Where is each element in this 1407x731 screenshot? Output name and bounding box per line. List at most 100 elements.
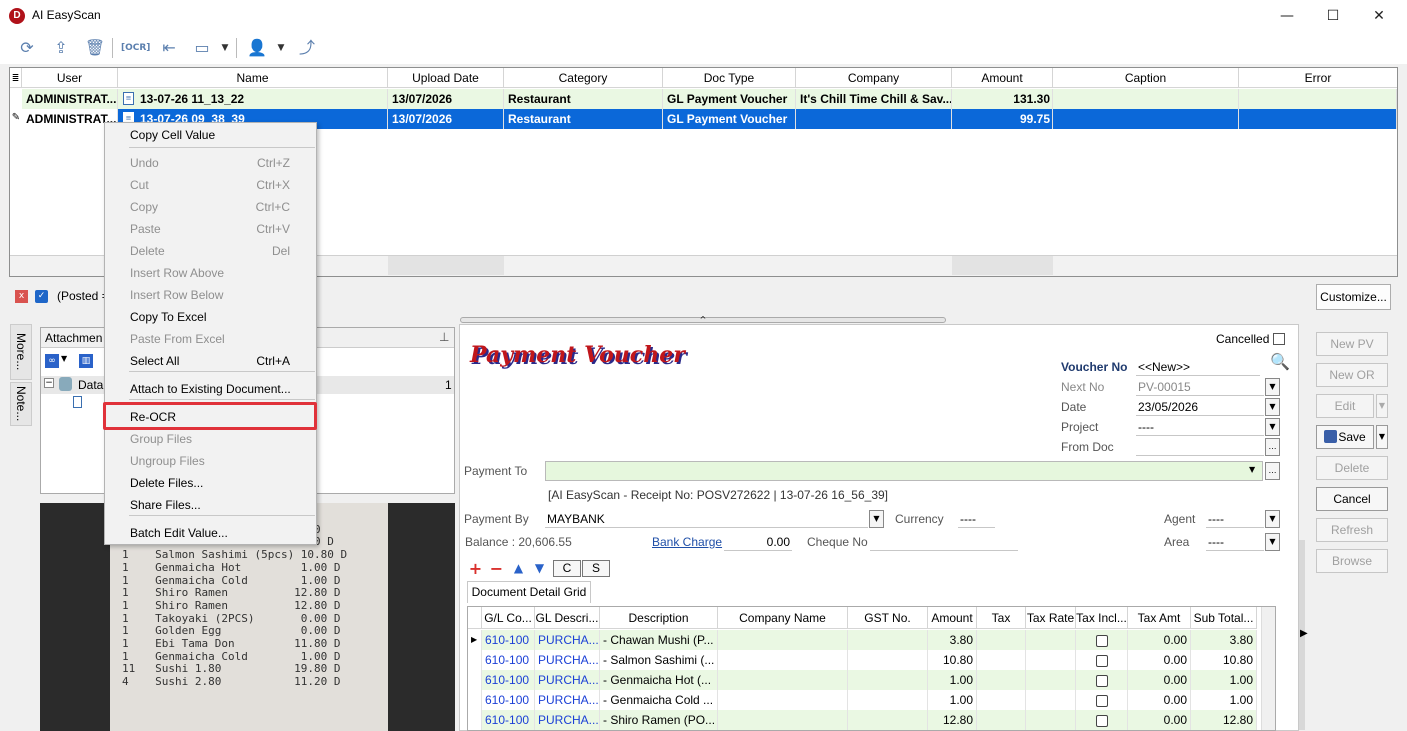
tax-inclusive-checkbox[interactable] xyxy=(1095,634,1108,647)
menu-item-delete-files[interactable]: Delete Files... xyxy=(105,472,316,494)
s-button[interactable]: S xyxy=(582,560,610,577)
col-header-category[interactable]: Category xyxy=(504,68,663,88)
browse-button[interactable]: Browse xyxy=(1316,549,1388,573)
bank-charge-field[interactable]: 0.00 xyxy=(724,533,792,551)
col-header-company-name[interactable]: Company Name xyxy=(718,607,848,629)
col-header-amount[interactable]: Amount xyxy=(952,68,1053,88)
save-dropdown[interactable]: ▼ xyxy=(1376,425,1388,449)
cell-company-name[interactable] xyxy=(718,650,848,670)
col-header-gst-no[interactable]: GST No. xyxy=(848,607,928,629)
payment-to-more-button[interactable]: … xyxy=(1265,462,1280,480)
cell-tax-rate[interactable] xyxy=(1026,710,1076,730)
cell-tax[interactable] xyxy=(977,670,1026,690)
cell-description[interactable]: - Genmaicha Cold ... xyxy=(600,690,718,710)
edit-button[interactable]: Edit xyxy=(1316,394,1374,418)
cell-gl-code[interactable]: 610-100 xyxy=(482,630,535,650)
upload-icon[interactable]: ⇪ xyxy=(48,36,74,60)
chevron-down-icon[interactable]: ▼ xyxy=(1249,465,1255,474)
layout-icon[interactable]: ▭ xyxy=(189,36,215,60)
move-up-icon[interactable]: ▲ xyxy=(510,560,527,577)
ocr-icon[interactable]: [OCR] xyxy=(121,36,150,60)
cell-sub-total[interactable]: 10.80 xyxy=(1191,650,1257,670)
cell-amount[interactable]: 3.80 xyxy=(928,630,977,650)
payment-by-dropdown[interactable]: ▼ xyxy=(869,510,884,528)
expand-arrow-icon[interactable]: ▶ xyxy=(1300,628,1308,639)
col-header-upload-date[interactable]: Upload Date xyxy=(388,68,504,88)
cell-description[interactable]: - Genmaicha Hot (... xyxy=(600,670,718,690)
remove-row-icon[interactable]: − xyxy=(488,560,505,577)
minimize-button[interactable]: — xyxy=(1264,0,1310,32)
cell-gl-desc[interactable]: PURCHA... xyxy=(535,650,600,670)
cell-sub-total[interactable]: 1.00 xyxy=(1191,670,1257,690)
user-icon[interactable]: 👤 xyxy=(244,36,270,60)
cell-tax-amt[interactable]: 0.00 xyxy=(1128,650,1191,670)
cell-gl-code[interactable]: 610-100 xyxy=(482,670,535,690)
cell-gl-desc[interactable]: PURCHA... xyxy=(535,670,600,690)
cell-doc-type[interactable]: GL Payment Voucher xyxy=(663,109,796,129)
delete-button[interactable]: Delete xyxy=(1316,456,1388,480)
new-or-button[interactable]: New OR xyxy=(1316,363,1388,387)
detail-grid[interactable]: G/L Co... GL Descri... Description Compa… xyxy=(467,606,1276,731)
col-header-amount[interactable]: Amount xyxy=(928,607,977,629)
cancel-button[interactable]: Cancel xyxy=(1316,487,1388,511)
cell-description[interactable]: - Shiro Ramen (PO... xyxy=(600,710,718,730)
cell-tax-incl[interactable] xyxy=(1076,710,1128,730)
cell-tax-rate[interactable] xyxy=(1026,650,1076,670)
c-button[interactable]: C xyxy=(553,560,581,577)
menu-item-paste-from-excel[interactable]: Paste From Excel xyxy=(105,328,316,350)
from-doc-field[interactable] xyxy=(1136,438,1264,456)
next-no-dropdown[interactable]: ▼ xyxy=(1265,378,1280,396)
cell-upload-date[interactable]: 13/07/2026 xyxy=(388,109,504,129)
cheque-no-field[interactable] xyxy=(870,533,1018,551)
cell-gl-desc[interactable]: PURCHA... xyxy=(535,710,600,730)
tax-inclusive-checkbox[interactable] xyxy=(1095,654,1108,667)
menu-item-copy-cell-value[interactable]: Copy Cell Value xyxy=(105,124,316,146)
cell-name[interactable]: 13-07-26 11_13_22 xyxy=(118,89,388,109)
area-dropdown[interactable]: ▼ xyxy=(1265,533,1280,551)
grid-menu-icon[interactable]: ≣ xyxy=(10,68,22,88)
cell-description[interactable]: - Chawan Mushi (P... xyxy=(600,630,718,650)
refresh-icon[interactable]: ⟳ xyxy=(14,36,40,60)
menu-item-insert-row-below[interactable]: Insert Row Below xyxy=(105,284,316,306)
cell-amount[interactable]: 12.80 xyxy=(928,710,977,730)
col-header-doc-type[interactable]: Doc Type xyxy=(663,68,796,88)
add-row-icon[interactable]: + xyxy=(467,560,484,577)
menu-item-cut[interactable]: Cut Ctrl+X xyxy=(105,174,316,196)
tax-inclusive-checkbox[interactable] xyxy=(1095,674,1108,687)
cell-company[interactable] xyxy=(796,109,952,129)
cell-gl-code[interactable]: 610-100 xyxy=(482,690,535,710)
cell-amount[interactable]: 10.80 xyxy=(928,650,977,670)
cell-gst-no[interactable] xyxy=(848,710,928,730)
col-header-name[interactable]: Name xyxy=(118,68,388,88)
cell-company-name[interactable] xyxy=(718,670,848,690)
col-header-tax-incl[interactable]: Tax Incl... xyxy=(1076,607,1128,629)
pin-icon[interactable]: ⊥ xyxy=(439,330,449,344)
detail-scrollbar[interactable] xyxy=(1261,607,1275,730)
cell-gl-desc[interactable]: PURCHA... xyxy=(535,630,600,650)
menu-item-attach-to-existing-document[interactable]: Attach to Existing Document... xyxy=(105,378,316,400)
cell-error[interactable] xyxy=(1239,109,1397,129)
cell-category[interactable]: Restaurant xyxy=(504,109,663,129)
col-header-sub-total[interactable]: Sub Total... xyxy=(1191,607,1257,629)
voucher-no-field[interactable]: <<New>> xyxy=(1136,358,1260,376)
agent-dropdown[interactable]: ▼ xyxy=(1265,510,1280,528)
cell-upload-date[interactable]: 13/07/2026 xyxy=(388,89,504,109)
cell-tax[interactable] xyxy=(977,710,1026,730)
share-icon[interactable]: ⤴ xyxy=(294,36,320,60)
cell-description[interactable]: - Salmon Sashimi (... xyxy=(600,650,718,670)
cell-tax[interactable] xyxy=(977,630,1026,650)
cell-company-name[interactable] xyxy=(718,710,848,730)
cancelled-checkbox[interactable] xyxy=(1273,333,1285,345)
cell-sub-total[interactable]: 12.80 xyxy=(1191,710,1257,730)
refresh-button[interactable]: Refresh xyxy=(1316,518,1388,542)
tax-inclusive-checkbox[interactable] xyxy=(1095,714,1108,727)
edit-dropdown[interactable]: ▼ xyxy=(1376,394,1388,418)
tax-inclusive-checkbox[interactable] xyxy=(1095,694,1108,707)
cell-gst-no[interactable] xyxy=(848,650,928,670)
close-button[interactable]: ✕ xyxy=(1356,0,1402,32)
filter-checkbox[interactable]: ✓ xyxy=(35,290,48,303)
cell-tax-amt[interactable]: 0.00 xyxy=(1128,630,1191,650)
cell-tax[interactable] xyxy=(977,690,1026,710)
clear-filter-icon[interactable]: x xyxy=(15,290,28,303)
cell-tax-incl[interactable] xyxy=(1076,630,1128,650)
